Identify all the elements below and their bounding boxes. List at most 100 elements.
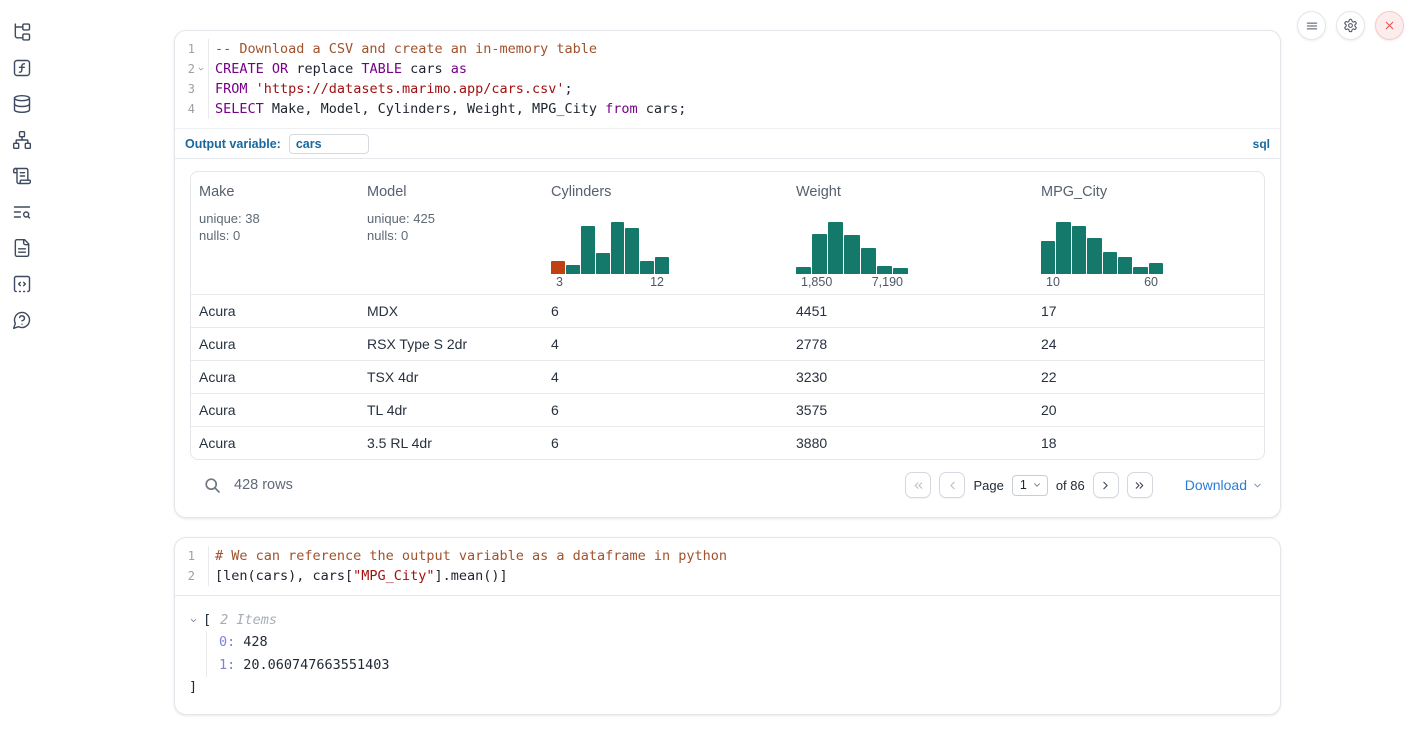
histogram-bar[interactable] [1087, 238, 1101, 274]
histogram-bar[interactable] [655, 257, 669, 274]
file-tree-icon[interactable] [12, 22, 32, 42]
tree-item[interactable]: 1:20.060747663551403 [219, 654, 1264, 677]
column-header[interactable]: Cylinders312 [551, 172, 796, 294]
file-text-icon[interactable] [12, 238, 32, 258]
collapse-toggle[interactable] [189, 616, 198, 625]
scroll-logs-icon[interactable] [12, 166, 32, 186]
code-text[interactable]: SELECT Make, Model, Cylinders, Weight, M… [208, 99, 1280, 119]
histogram-bar[interactable] [1149, 263, 1163, 274]
tree-root: [ 2 Items [189, 609, 1264, 631]
search-button[interactable] [204, 477, 221, 494]
table-row[interactable]: AcuraTSX 4dr4323022 [191, 360, 1264, 393]
code-line[interactable]: 2[len(cars), cars["MPG_City"].mean()] [175, 566, 1280, 586]
column-header[interactable]: Weight1,8507,190 [796, 172, 1041, 294]
tree-item-index: 1: [219, 657, 235, 673]
histogram-bar[interactable] [581, 226, 595, 274]
items-count-label: 2 Items [220, 609, 277, 631]
histogram-bar[interactable] [1056, 222, 1070, 274]
code-line[interactable]: 4 SELECT Make, Model, Cylinders, Weight, … [175, 99, 1280, 119]
histogram-bar[interactable] [844, 235, 859, 274]
table-cell: Acura [199, 369, 367, 385]
code-line[interactable]: 2CREATE OR replace TABLE cars as [175, 59, 1280, 79]
histogram-bar[interactable] [611, 222, 625, 274]
menu-button[interactable] [1297, 11, 1326, 40]
table-row[interactable]: AcuraRSX Type S 2dr4277824 [191, 327, 1264, 360]
column-header[interactable]: Makeunique: 38nulls: 0 [199, 172, 367, 294]
code-line[interactable]: 1 -- Download a CSV and create an in-memo… [175, 39, 1280, 59]
table-header: Makeunique: 38nulls: 0Modelunique: 425nu… [191, 172, 1264, 294]
code-text[interactable]: -- Download a CSV and create an in-memor… [208, 39, 1280, 59]
table-cell: 4 [551, 369, 796, 385]
bracket-close: ] [189, 677, 1264, 698]
text-search-icon[interactable] [12, 202, 32, 222]
histogram-bar[interactable] [625, 228, 639, 274]
table-cell: 4451 [796, 303, 1041, 319]
snippets-code-icon[interactable] [12, 274, 32, 294]
last-page-button[interactable] [1127, 472, 1153, 498]
histogram-bar[interactable] [877, 266, 892, 274]
chevron-down-icon [189, 616, 198, 625]
close-icon [1383, 19, 1396, 32]
next-page-button[interactable] [1093, 472, 1119, 498]
histogram-bar[interactable] [812, 234, 827, 274]
first-page-button[interactable] [905, 472, 931, 498]
histogram-bar[interactable] [566, 265, 580, 274]
column-name: MPG_City [1041, 184, 1264, 200]
histogram-bar[interactable] [1118, 257, 1132, 274]
column-header[interactable]: Modelunique: 425nulls: 0 [367, 172, 551, 294]
table-row[interactable]: AcuraTL 4dr6357520 [191, 393, 1264, 426]
previous-page-button[interactable] [939, 472, 965, 498]
sql-code-editor[interactable]: 1 -- Download a CSV and create an in-memo… [175, 31, 1280, 128]
sql-cell-footer: Output variable: sql [175, 128, 1280, 159]
search-icon [204, 477, 221, 494]
database-icon[interactable] [12, 94, 32, 114]
menu-icon [1305, 19, 1319, 33]
histogram-bar[interactable] [796, 267, 811, 274]
histogram-bar[interactable] [893, 268, 908, 274]
help-chat-icon[interactable] [12, 310, 32, 330]
histogram-bar[interactable] [1041, 241, 1055, 274]
fold-spacer [195, 546, 206, 566]
histogram-bar[interactable] [551, 261, 565, 274]
fold-indicator-icon[interactable] [195, 59, 206, 79]
histogram-bars [551, 222, 669, 274]
page-select[interactable]: 1 [1012, 475, 1048, 496]
histogram-bar[interactable] [640, 261, 654, 274]
axis-min-label: 10 [1046, 275, 1060, 289]
code-text[interactable]: CREATE OR replace TABLE cars as [208, 59, 1280, 79]
output-variable-label: Output variable: [185, 137, 281, 151]
shutdown-button[interactable] [1375, 11, 1404, 40]
line-number: 4 [175, 99, 195, 119]
pagination: Page 1 of 86 Download [905, 472, 1263, 498]
column-header[interactable]: MPG_City 10 60 [1041, 172, 1264, 294]
code-text[interactable]: # We can reference the output variable a… [208, 546, 1280, 566]
histogram-bar[interactable] [1103, 252, 1117, 274]
histogram-bar[interactable] [861, 248, 876, 274]
python-code-editor[interactable]: 1# We can reference the output variable … [175, 538, 1280, 595]
gear-icon [1343, 18, 1358, 33]
table-row[interactable]: AcuraMDX6445117 [191, 294, 1264, 327]
histogram-bar[interactable] [596, 253, 610, 274]
output-variable-input[interactable] [289, 134, 369, 154]
histogram-bar[interactable] [1133, 267, 1147, 274]
axis-max-label: 60 [1144, 275, 1158, 289]
line-number: 1 [175, 39, 195, 59]
table-cell: 17 [1041, 303, 1264, 319]
tree-item[interactable]: 0:428 [219, 631, 1264, 654]
code-line[interactable]: 1# We can reference the output variable … [175, 546, 1280, 566]
code-text[interactable]: FROM 'https://datasets.marimo.app/cars.c… [208, 79, 1280, 99]
function-square-icon[interactable] [12, 58, 32, 78]
download-button[interactable]: Download [1185, 477, 1263, 493]
language-badge[interactable]: sql [1253, 137, 1270, 151]
histogram-bar[interactable] [1072, 226, 1086, 274]
histogram-bar[interactable] [828, 222, 843, 274]
code-text[interactable]: [len(cars), cars["MPG_City"].mean()] [208, 566, 1280, 586]
code-line[interactable]: 3FROM 'https://datasets.marimo.app/cars.… [175, 79, 1280, 99]
chevron-down-icon [1032, 480, 1042, 490]
table-cell: 22 [1041, 369, 1264, 385]
dependency-graph-icon[interactable] [12, 130, 32, 150]
axis-min-label: 3 [556, 275, 563, 289]
settings-button[interactable] [1336, 11, 1365, 40]
table-cell: 3.5 RL 4dr [367, 435, 551, 451]
table-row[interactable]: Acura3.5 RL 4dr6388018 [191, 426, 1264, 459]
